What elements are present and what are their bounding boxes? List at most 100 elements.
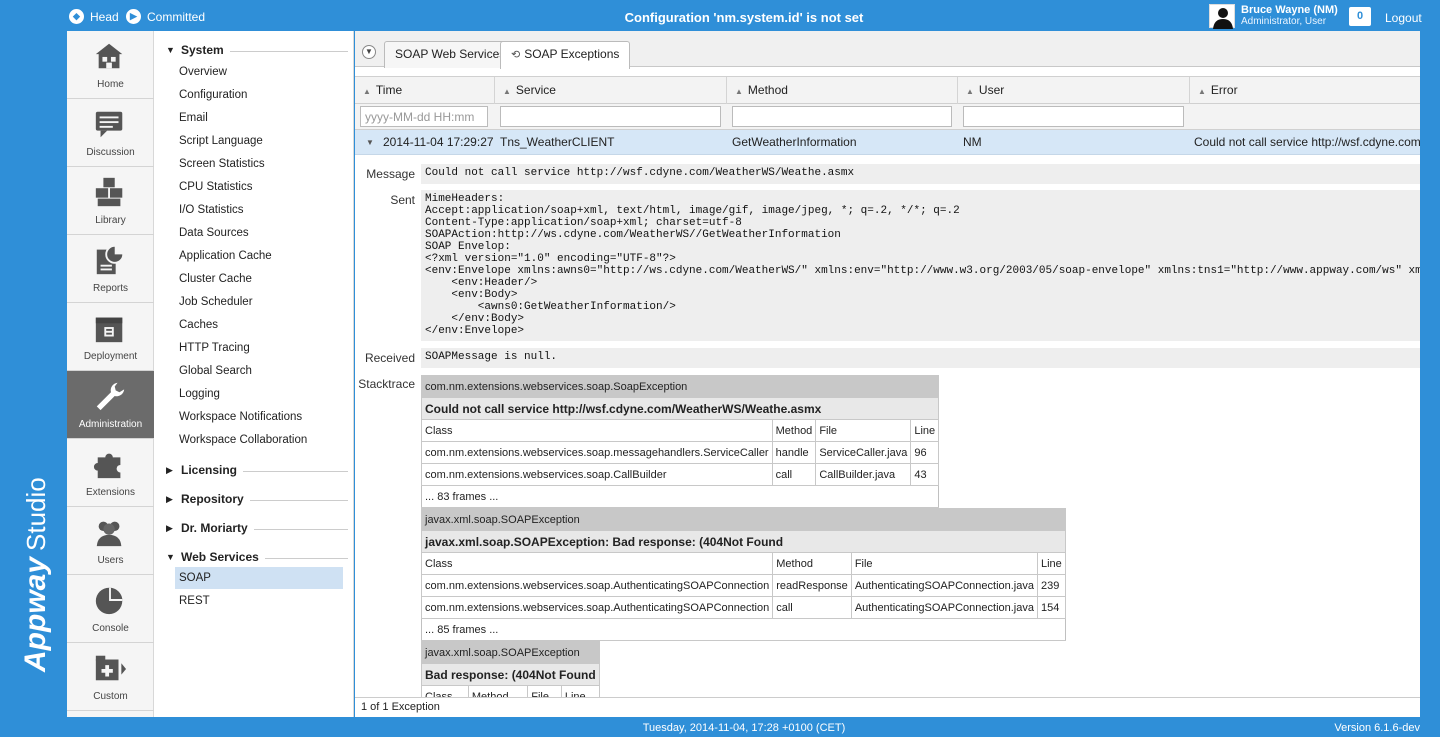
tab-soap-exceptions[interactable]: ⟲ SOAP Exceptions (500, 41, 631, 69)
chevron-right-icon: ▶ (166, 494, 173, 504)
home-icon (95, 43, 123, 69)
rail-item-label: Extensions (86, 487, 135, 498)
rail-item-reports[interactable]: Reports (67, 235, 154, 303)
nav-item-job-scheduler[interactable]: Job Scheduler (175, 291, 343, 313)
rail-item-label: Reports (92, 283, 128, 294)
exception-class: javax.xml.soap.SOAPException (421, 508, 1066, 531)
user-filter-input[interactable] (963, 106, 1184, 127)
received-label: Received (364, 351, 415, 365)
nav-section-dr-moriarty[interactable]: ▶ Dr. Moriarty (166, 521, 348, 537)
rail-item-custom[interactable]: Custom (67, 643, 154, 711)
stack-frame-cell: com.nm.extensions.webservices.soap.Authe… (420, 596, 774, 619)
rail-item-administration[interactable]: Administration (67, 371, 154, 439)
discussion-icon (95, 111, 123, 138)
table-row[interactable]: ▼ 2014-11-04 17:29:27 Tns_WeatherCLIENT … (355, 130, 1420, 155)
nav-item-rest[interactable]: REST (175, 590, 343, 612)
nav-item-configuration[interactable]: Configuration (175, 84, 343, 106)
sort-arrow-icon: ▲ (503, 87, 511, 96)
library-icon (95, 177, 123, 207)
tab-strip: ▼ SOAP Web Services ⟲ SOAP Exceptions (355, 31, 1420, 69)
top-bar: ◆ Head ▶ Committed Configuration 'nm.sys… (0, 0, 1440, 32)
nav-item-global-search[interactable]: Global Search (175, 360, 343, 382)
nav-item-http-tracing[interactable]: HTTP Tracing (175, 337, 343, 359)
custom-icon (95, 655, 127, 681)
rail-item-label: Home (97, 79, 124, 90)
nav-section-title: Dr. Moriarty (181, 521, 254, 535)
nav-section-title: Licensing (181, 463, 244, 477)
stack-frame-row: com.nm.extensions.webservices.soap.CallB… (421, 463, 940, 486)
more-frames-link[interactable]: ... 85 frames ... (421, 618, 1066, 641)
nav-item-script-language[interactable]: Script Language (175, 130, 343, 152)
nav-item-caches[interactable]: Caches (175, 314, 343, 336)
message-label: Message (366, 167, 415, 181)
nav-item-workspace-collaboration[interactable]: Workspace Collaboration (175, 429, 343, 451)
stack-frame-cell: call (771, 463, 817, 486)
stack-column-header: File (815, 419, 912, 442)
cell-error: Could not call service http://wsf.cdyne.… (1194, 135, 1420, 149)
tab-label: SOAP Exceptions (524, 47, 620, 61)
nav-item-email[interactable]: Email (175, 107, 343, 129)
rail-item-deployment[interactable]: Deployment (67, 303, 154, 371)
rail-item-extensions[interactable]: Extensions (67, 439, 154, 507)
user-name[interactable]: Bruce Wayne (NM) (1241, 4, 1338, 16)
rail-item-label: Console (92, 623, 129, 634)
nav-item-workspace-notifications[interactable]: Workspace Notifications (175, 406, 343, 428)
stacktrace-table: com.nm.extensions.webservices.soap.SoapE… (420, 375, 940, 508)
footer-version: Version 6.1.6-dev (1334, 722, 1420, 734)
column-header-time[interactable]: ▲ Time (355, 77, 495, 104)
cell-time: 2014-11-04 17:29:27 (383, 135, 493, 149)
nav-item-application-cache[interactable]: Application Cache (175, 245, 343, 267)
nav-item-cluster-cache[interactable]: Cluster Cache (175, 268, 343, 290)
nav-item-overview[interactable]: Overview (175, 61, 343, 83)
nav-item-cpu-statistics[interactable]: CPU Statistics (175, 176, 343, 198)
tab-menu-button[interactable]: ▼ (362, 45, 376, 59)
column-header-method[interactable]: ▲ Method (727, 77, 958, 104)
stack-frame-cell: readResponse (772, 574, 852, 597)
avatar[interactable] (1209, 4, 1235, 29)
expand-toggle-icon[interactable]: ▼ (366, 138, 374, 147)
nav-item-logging[interactable]: Logging (175, 383, 343, 405)
rail-item-label: Users (97, 555, 124, 566)
chevron-down-icon: ▼ (166, 45, 175, 55)
time-filter-input[interactable] (360, 106, 488, 127)
tab-soap-web-services[interactable]: SOAP Web Services (384, 41, 517, 68)
column-label: User (978, 83, 1005, 97)
column-header-service[interactable]: ▲ Service (495, 77, 727, 104)
rail-item-console[interactable]: Console (67, 575, 154, 643)
column-header-error[interactable]: ▲ Error (1190, 77, 1420, 104)
sort-arrow-icon: ▲ (1198, 87, 1206, 96)
sort-arrow-icon: ▲ (966, 87, 974, 96)
nav-section-repository[interactable]: ▶ Repository (166, 492, 348, 508)
nav-item-data-sources[interactable]: Data Sources (175, 222, 343, 244)
nav-item-soap[interactable]: SOAP (175, 567, 343, 589)
rail-item-library[interactable]: Library (67, 167, 154, 235)
nav-section-web-services[interactable]: ▼ Web Services (166, 550, 348, 566)
chevron-right-icon: ▶ (166, 465, 173, 475)
exception-message: Bad response: (404Not Found (421, 663, 600, 686)
svg-text:AppwayStudio: AppwayStudio (19, 477, 52, 673)
stack-frame-cell: AuthenticatingSOAPConnection.java (850, 596, 1038, 619)
service-filter-input[interactable] (500, 106, 721, 127)
stack-frame-cell: 43 (910, 463, 940, 486)
nav-section-licensing[interactable]: ▶ Licensing (166, 463, 348, 479)
cell-user: NM (963, 135, 982, 149)
stack-frame-cell: AuthenticatingSOAPConnection.java (850, 574, 1038, 597)
nav-item-i-o-statistics[interactable]: I/O Statistics (175, 199, 343, 221)
rail-item-label: Library (95, 215, 126, 226)
stack-frame-cell: CallBuilder.java (815, 463, 912, 486)
user-role: Administrator, User (1241, 16, 1327, 27)
nav-item-screen-statistics[interactable]: Screen Statistics (175, 153, 343, 175)
column-header-user[interactable]: ▲ User (958, 77, 1190, 104)
stack-frame-cell: 239 (1036, 574, 1066, 597)
stack-column-header: Method (772, 552, 852, 575)
rail-item-home[interactable]: Home (67, 31, 154, 99)
nav-section-system[interactable]: ▼ System (166, 43, 348, 59)
logout-link[interactable]: Logout (1385, 11, 1422, 25)
rail-item-users[interactable]: Users (67, 507, 154, 575)
rail-item-discussion[interactable]: Discussion (67, 99, 154, 167)
stack-frame-row: com.nm.extensions.webservices.soap.messa… (421, 441, 940, 464)
method-filter-input[interactable] (732, 106, 952, 127)
more-frames-link[interactable]: ... 83 frames ... (421, 485, 939, 508)
notification-badge[interactable]: 0 (1349, 7, 1371, 26)
nav-section-title: Repository (181, 492, 250, 506)
